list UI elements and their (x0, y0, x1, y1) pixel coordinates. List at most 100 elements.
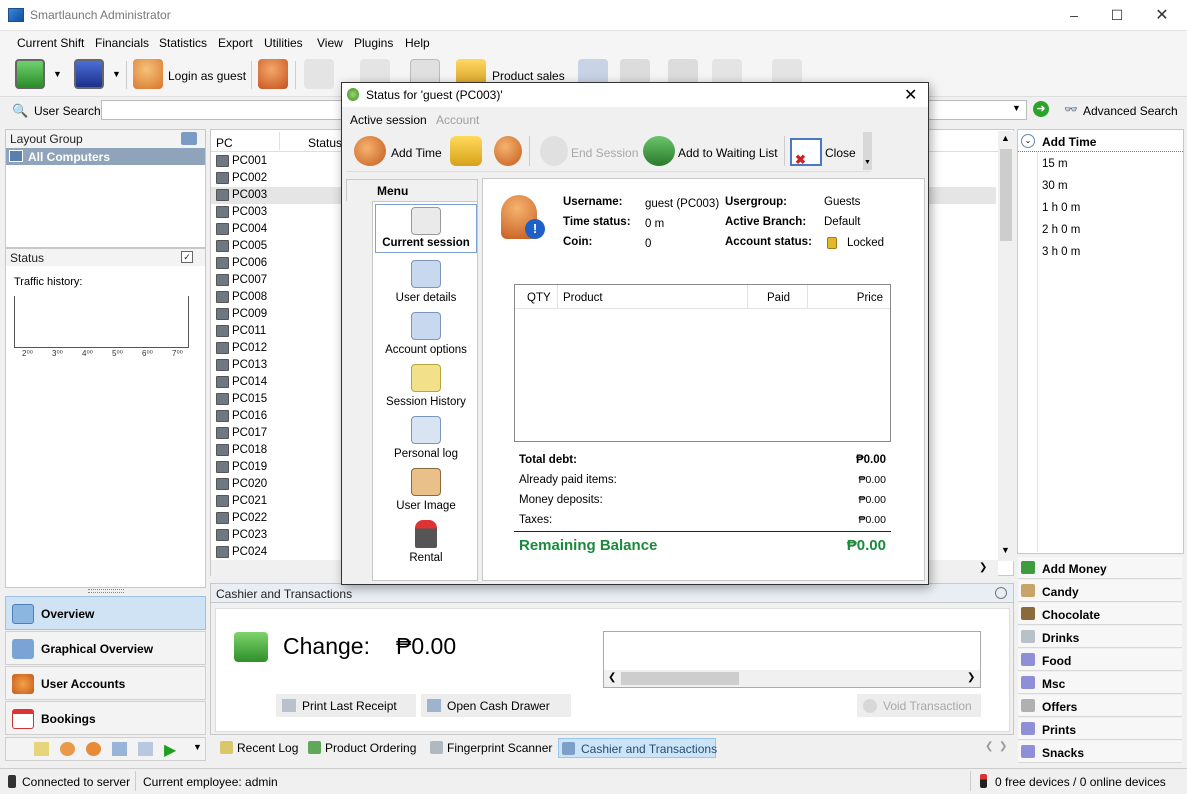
user-money-icon[interactable] (494, 136, 522, 166)
menu-export[interactable]: Export (218, 36, 253, 50)
product-sales-button[interactable]: Product sales (492, 69, 565, 83)
end-session-button[interactable]: End Session (571, 146, 638, 160)
waiting-list-icon[interactable] (643, 136, 675, 166)
category-add-money[interactable]: Add Money (1018, 557, 1182, 579)
time-option[interactable]: 30 m (1042, 180, 1152, 192)
col-status-header[interactable]: Status (308, 136, 342, 150)
category-snacks[interactable]: Snacks (1018, 741, 1182, 763)
void-transaction-button[interactable]: Void Transaction (857, 694, 981, 717)
category-food[interactable]: Food (1018, 649, 1182, 671)
scroll-up-icon[interactable]: ▲ (1001, 133, 1010, 143)
nav-user-accounts[interactable]: User Accounts (5, 666, 206, 700)
login-guest-button[interactable]: Login as guest (168, 69, 246, 83)
go-icon[interactable]: ➜ (1033, 101, 1049, 117)
tab-scroll-right-icon[interactable]: ❯ (999, 741, 1007, 752)
splitter-grip[interactable] (88, 589, 124, 593)
remote-monitor-icon[interactable] (74, 59, 104, 89)
add-time-header[interactable]: ⌄ Add Time (1018, 130, 1183, 152)
menu-utilities[interactable]: Utilities (264, 36, 303, 50)
print-last-receipt-button[interactable]: Print Last Receipt (276, 694, 416, 717)
dropdown-arrow-icon[interactable]: ▼ (53, 69, 62, 79)
menu-personal-log[interactable]: Personal log (381, 416, 471, 460)
checklist-icon[interactable] (138, 742, 153, 756)
users-disabled-icon[interactable] (304, 59, 334, 89)
advanced-search-button[interactable]: Advanced Search (1083, 104, 1178, 118)
toolbar-overflow-icon[interactable]: ▼ (863, 132, 872, 170)
add-time-button[interactable]: Add Time (391, 146, 442, 160)
col-qty[interactable]: QTY (527, 292, 551, 304)
menu-plugins[interactable]: Plugins (354, 36, 393, 50)
user-money-icon[interactable] (60, 742, 75, 756)
category-candy[interactable]: Candy (1018, 580, 1182, 602)
menu-financials[interactable]: Financials (95, 36, 149, 50)
purchases-table[interactable]: QTY Product Paid Price (514, 284, 891, 442)
minimize-button[interactable]: – (1051, 0, 1097, 31)
pin-icon[interactable] (995, 587, 1007, 599)
scroll-thumb[interactable] (621, 672, 739, 685)
tab-cashier-transactions[interactable]: Cashier and Transactions (558, 738, 717, 758)
end-session-icon[interactable] (540, 136, 568, 166)
menu-session-history[interactable]: Session History (381, 364, 471, 408)
menu-current-shift[interactable]: Current Shift (17, 36, 84, 50)
add-money-icon[interactable] (450, 136, 482, 166)
scroll-right-icon[interactable]: ❯ (967, 672, 975, 683)
category-chocolate[interactable]: Chocolate (1018, 603, 1182, 625)
notes-icon[interactable] (34, 742, 49, 756)
report-icon[interactable] (112, 742, 127, 756)
col-paid[interactable]: Paid (767, 292, 790, 304)
category-prints[interactable]: Prints (1018, 718, 1182, 740)
time-option[interactable]: 3 h 0 m (1042, 246, 1152, 258)
pc-list-vscroll[interactable]: ▲ ▼ (998, 131, 1014, 561)
tab-account[interactable]: Account (436, 113, 479, 127)
category-drinks[interactable]: Drinks (1018, 626, 1182, 648)
time-option[interactable]: 2 h 0 m (1042, 224, 1152, 236)
dialog-close-icon[interactable]: ✕ (904, 85, 917, 105)
time-option[interactable]: 1 h 0 m (1042, 202, 1152, 214)
monitor-icon[interactable] (15, 59, 45, 89)
add-time-panel: ⌄ Add Time 15 m 30 m 1 h 0 m 2 h 0 m 3 h 0 m (1017, 129, 1184, 554)
chevron-down-icon[interactable]: ▼ (1012, 103, 1021, 113)
all-computers-item[interactable]: All Computers (6, 148, 205, 165)
user-icon[interactable] (258, 59, 288, 89)
more-icon[interactable]: ▼ (193, 742, 202, 752)
col-price[interactable]: Price (857, 292, 883, 304)
open-cash-drawer-button[interactable]: Open Cash Drawer (421, 694, 571, 717)
transaction-list[interactable]: ❮ ❯ (603, 631, 981, 688)
menu-account-options[interactable]: Account options (381, 312, 471, 356)
user-icon[interactable] (86, 742, 101, 756)
add-waiting-list-button[interactable]: Add to Waiting List (678, 146, 778, 160)
nav-bookings[interactable]: Bookings (5, 701, 206, 735)
close-button[interactable]: Close (825, 146, 856, 160)
scroll-down-icon[interactable]: ▼ (1001, 545, 1010, 555)
menu-statistics[interactable]: Statistics (159, 36, 207, 50)
play-icon[interactable]: ▶ (164, 740, 176, 760)
nav-overview[interactable]: Overview (5, 596, 206, 630)
dropdown-arrow-icon[interactable]: ▼ (112, 69, 121, 79)
network-icon[interactable] (181, 132, 197, 145)
nav-graphical-overview[interactable]: Graphical Overview (5, 631, 206, 665)
tab-scroll-left-icon[interactable]: ❮ (985, 741, 993, 752)
close-window-button[interactable]: ✕ (1139, 0, 1185, 31)
menu-view[interactable]: View (317, 36, 343, 50)
menu-user-image[interactable]: User Image (381, 468, 471, 512)
tab-active-session[interactable]: Active session (350, 113, 427, 127)
menu-help[interactable]: Help (405, 36, 430, 50)
maximize-button[interactable]: ☐ (1094, 0, 1140, 31)
add-time-icon[interactable] (354, 136, 386, 166)
transaction-hscroll[interactable]: ❮ ❯ (604, 670, 980, 687)
user-accounts-icon (12, 674, 34, 694)
login-guest-icon[interactable] (133, 59, 163, 89)
scroll-thumb[interactable] (1000, 149, 1012, 241)
menu-rental[interactable]: Rental (381, 520, 471, 564)
category-offers[interactable]: Offers (1018, 695, 1182, 717)
col-product[interactable]: Product (563, 292, 603, 304)
checklist-icon[interactable]: ✓ (181, 251, 193, 263)
category-msc[interactable]: Msc (1018, 672, 1182, 694)
menu-user-details[interactable]: User details (381, 260, 471, 304)
computer-icon (216, 393, 229, 405)
scroll-left-icon[interactable]: ❮ (608, 672, 616, 683)
scroll-right-icon[interactable]: ❯ (979, 562, 987, 573)
menu-current-session[interactable]: Current session (375, 204, 477, 253)
col-pc-header[interactable]: PC (216, 136, 233, 150)
time-option[interactable]: 15 m (1042, 158, 1152, 170)
